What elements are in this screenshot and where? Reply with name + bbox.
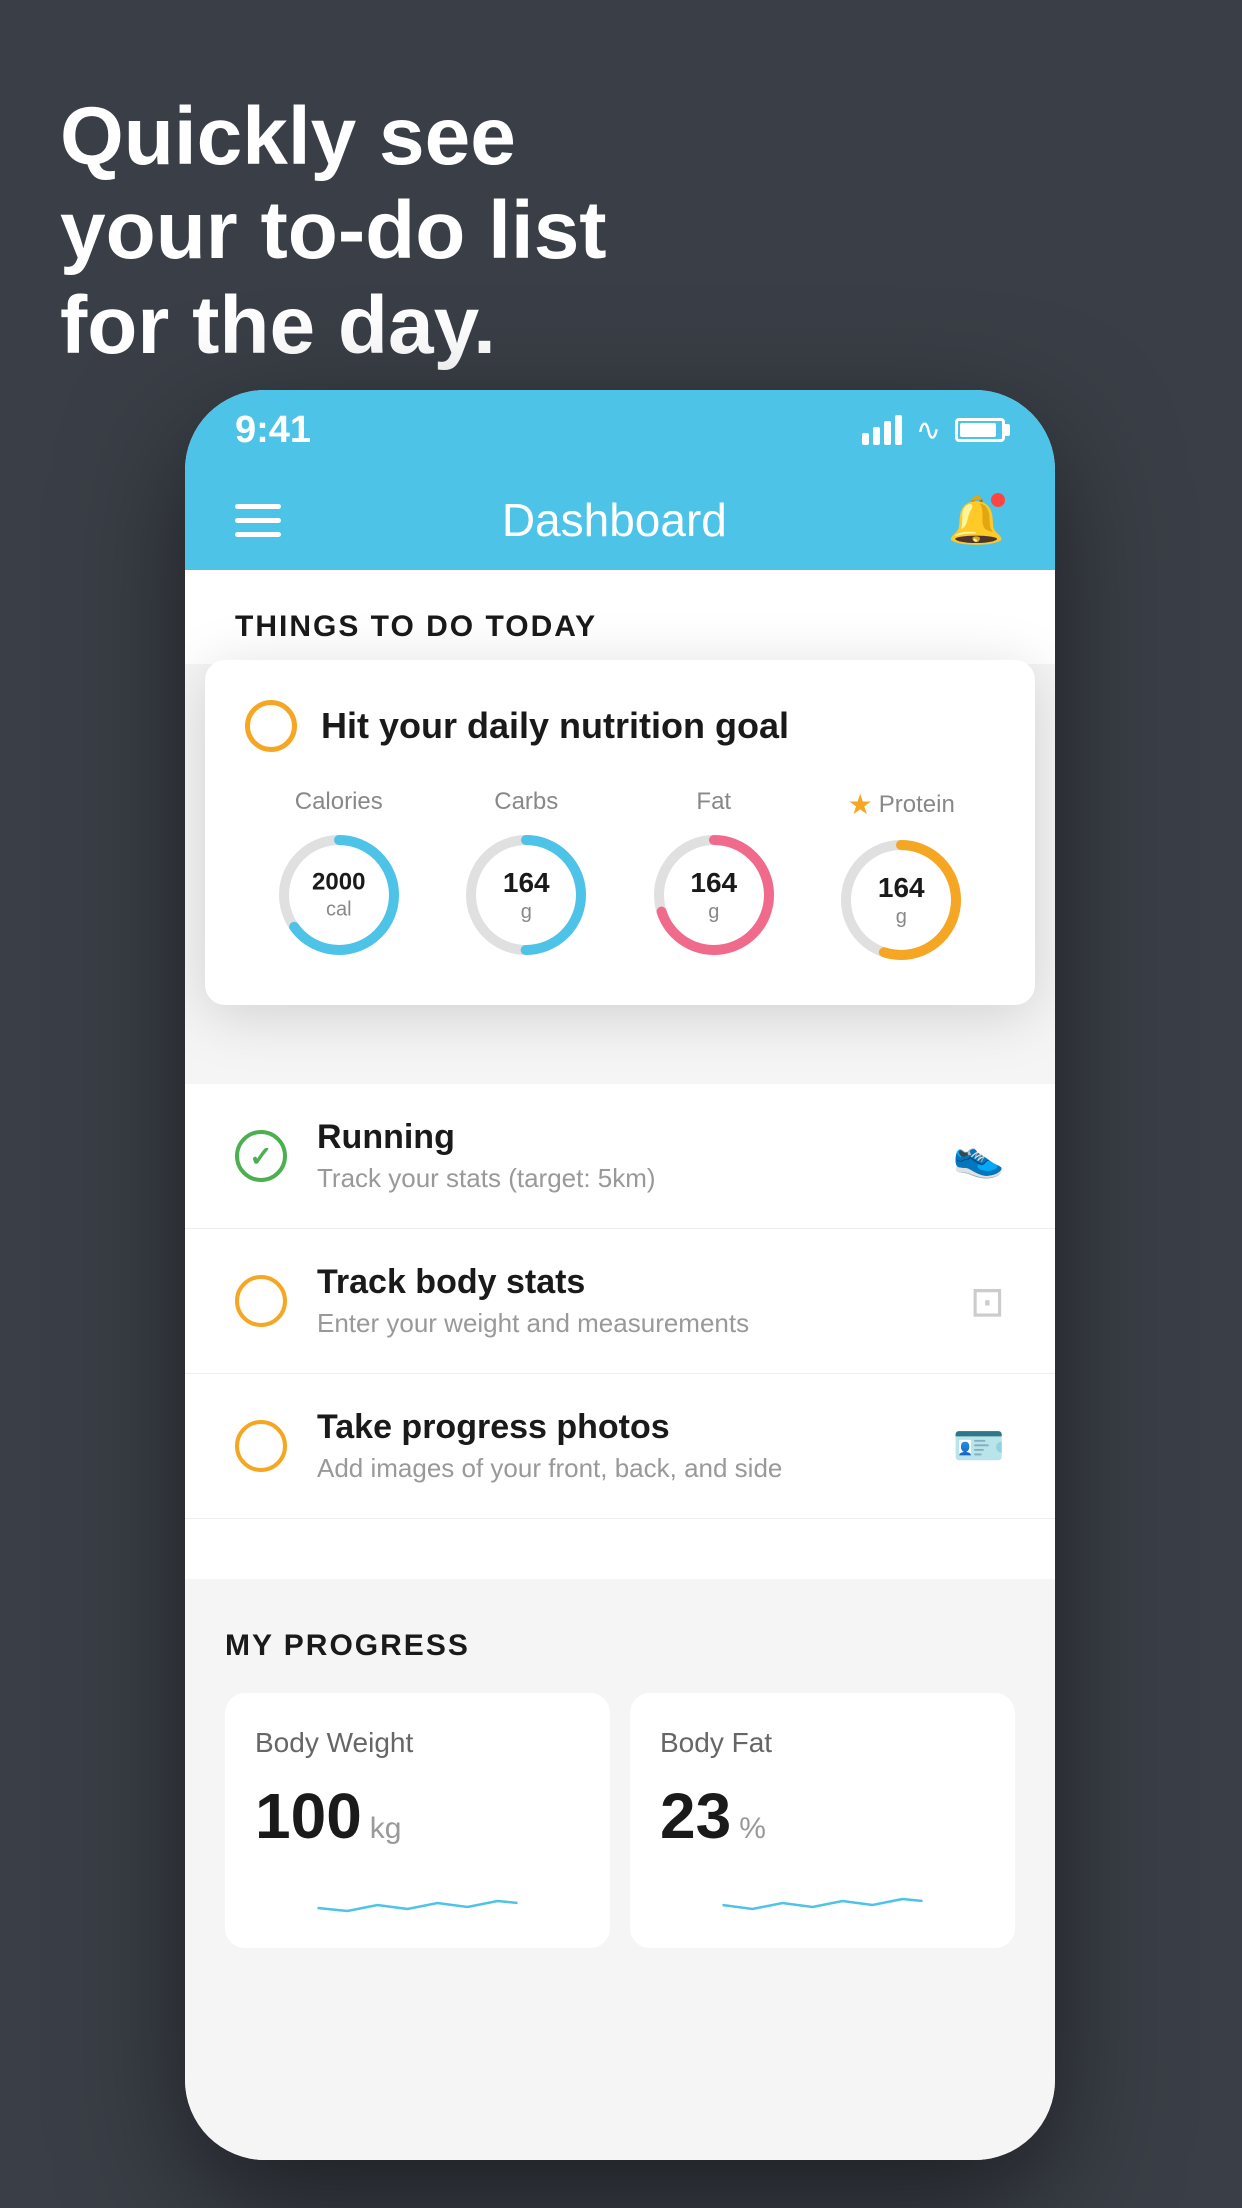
carbs-ring: 164 g [461, 830, 591, 960]
carbs-value: 164 g [503, 866, 550, 924]
progress-header: MY PROGRESS [225, 1629, 1015, 1663]
running-check[interactable]: ✓ [235, 1130, 287, 1182]
headline: Quickly see your to-do list for the day. [60, 90, 607, 373]
photos-check[interactable] [235, 1420, 287, 1472]
body-fat-card: Body Fat 23 % [630, 1693, 1015, 1948]
body-stats-check[interactable] [235, 1275, 287, 1327]
person-icon: 🪪 [953, 1422, 1005, 1471]
headline-line2: your to-do list [60, 184, 607, 278]
status-time: 9:41 [235, 409, 311, 452]
headline-line3: for the day. [60, 279, 607, 373]
calories-value: 2000 cal [312, 869, 365, 922]
nutrition-check-circle[interactable] [245, 700, 297, 752]
body-stats-title: Track body stats [317, 1263, 940, 1302]
todo-item-running[interactable]: ✓ Running Track your stats (target: 5km)… [185, 1084, 1055, 1229]
nav-title: Dashboard [502, 493, 727, 547]
wifi-icon: ∿ [916, 413, 941, 448]
calories-ring: 2000 cal [274, 830, 404, 960]
running-subtitle: Track your stats (target: 5km) [317, 1163, 923, 1194]
body-weight-title: Body Weight [255, 1727, 580, 1759]
hamburger-button[interactable] [235, 504, 281, 537]
photos-text: Take progress photos Add images of your … [317, 1408, 923, 1484]
star-icon: ★ [848, 788, 873, 821]
status-bar: 9:41 ∿ [185, 390, 1055, 470]
fat-ring: 164 g [649, 830, 779, 960]
status-icons: ∿ [862, 413, 1005, 448]
things-section: THINGS TO DO TODAY [185, 570, 1055, 664]
scale-icon: ⊡ [970, 1277, 1005, 1326]
running-title: Running [317, 1118, 923, 1157]
shoe-icon: 👟 [953, 1132, 1005, 1181]
nutrition-circles: Calories 2000 cal Carbs [245, 788, 995, 965]
body-fat-title: Body Fat [660, 1727, 985, 1759]
body-stats-subtitle: Enter your weight and measurements [317, 1308, 940, 1339]
headline-line1: Quickly see [60, 90, 607, 184]
body-fat-unit: % [739, 1812, 766, 1846]
phone-content: THINGS TO DO TODAY Hit your daily nutrit… [185, 570, 1055, 2160]
protein-label: Protein [879, 791, 955, 819]
body-stats-text: Track body stats Enter your weight and m… [317, 1263, 940, 1339]
photos-subtitle: Add images of your front, back, and side [317, 1453, 923, 1484]
photos-title: Take progress photos [317, 1408, 923, 1447]
nutrition-carbs: Carbs 164 g [461, 788, 591, 960]
signal-icon [862, 415, 902, 445]
nutrition-card-title: Hit your daily nutrition goal [321, 705, 789, 747]
nutrition-fat: Fat 164 g [649, 788, 779, 960]
protein-label-row: ★ Protein [848, 788, 955, 821]
battery-icon [955, 418, 1005, 442]
carbs-label: Carbs [494, 788, 558, 816]
running-text: Running Track your stats (target: 5km) [317, 1118, 923, 1194]
body-weight-chart [255, 1873, 580, 1923]
body-fat-value-row: 23 % [660, 1779, 985, 1853]
check-mark-icon: ✓ [249, 1140, 272, 1173]
todo-list: ✓ Running Track your stats (target: 5km)… [185, 1084, 1055, 1519]
body-weight-unit: kg [370, 1812, 402, 1846]
notification-dot [991, 493, 1005, 507]
progress-section: MY PROGRESS Body Weight 100 kg Body Fat [185, 1579, 1055, 1998]
phone-frame: 9:41 ∿ Dashboard 🔔 [185, 390, 1055, 2160]
spacer [185, 1519, 1055, 1579]
protein-ring: 164 g [836, 835, 966, 965]
things-header: THINGS TO DO TODAY [185, 570, 1055, 664]
protein-value: 164 g [878, 871, 925, 929]
todo-item-body-stats[interactable]: Track body stats Enter your weight and m… [185, 1229, 1055, 1374]
nav-bar: Dashboard 🔔 [185, 470, 1055, 570]
body-fat-chart [660, 1873, 985, 1923]
fat-label: Fat [696, 788, 731, 816]
nutrition-card: Hit your daily nutrition goal Calories 2… [205, 660, 1035, 1005]
nutrition-card-header: Hit your daily nutrition goal [245, 700, 995, 752]
nutrition-calories: Calories 2000 cal [274, 788, 404, 960]
body-weight-value-row: 100 kg [255, 1779, 580, 1853]
progress-cards: Body Weight 100 kg Body Fat 23 % [225, 1693, 1015, 1948]
todo-item-photos[interactable]: Take progress photos Add images of your … [185, 1374, 1055, 1519]
body-fat-number: 23 [660, 1779, 731, 1853]
bell-icon[interactable]: 🔔 [948, 493, 1005, 548]
nutrition-protein: ★ Protein 164 g [836, 788, 966, 965]
calories-label: Calories [295, 788, 383, 816]
fat-value: 164 g [690, 866, 737, 924]
body-weight-number: 100 [255, 1779, 362, 1853]
body-weight-card: Body Weight 100 kg [225, 1693, 610, 1948]
